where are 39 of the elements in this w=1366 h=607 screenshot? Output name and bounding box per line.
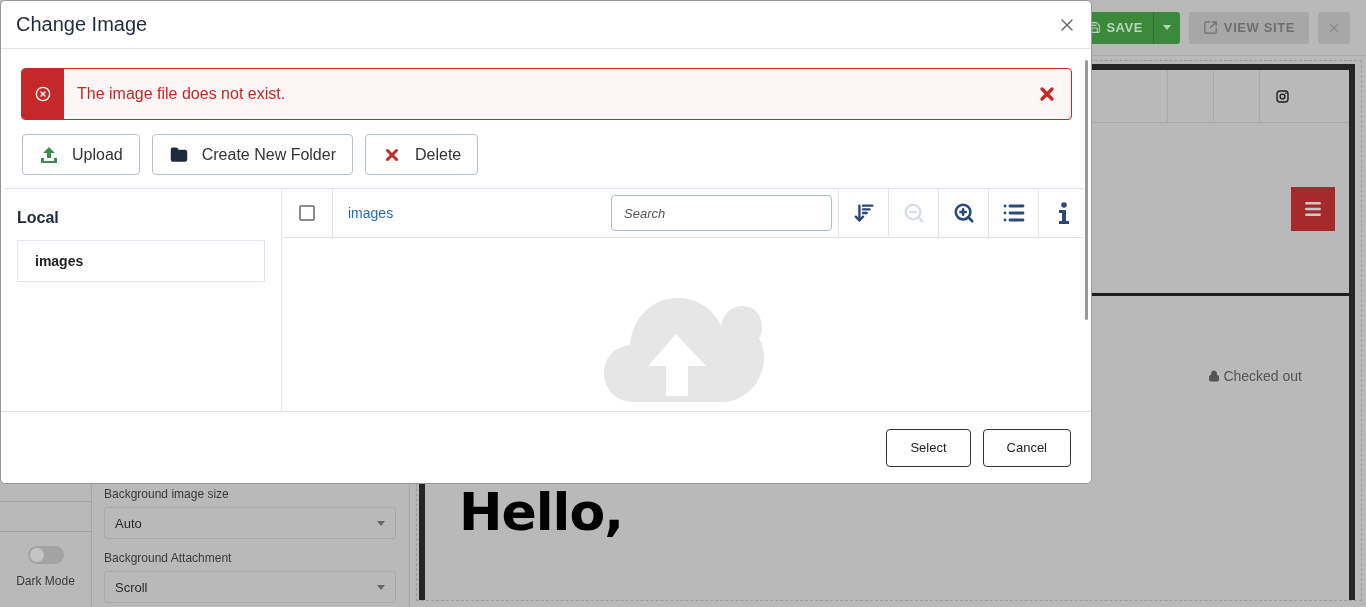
upload-button[interactable]: Upload bbox=[22, 134, 140, 175]
lock-icon bbox=[1208, 370, 1221, 382]
checked-out-status: Checked out bbox=[1208, 368, 1302, 384]
breadcrumb-link[interactable]: images bbox=[333, 205, 394, 221]
caret-icon bbox=[1162, 25, 1171, 30]
dialog-button[interactable]: Cancel bbox=[982, 428, 1071, 467]
menu-icon bbox=[1303, 199, 1323, 219]
dialog-title: Change Image bbox=[16, 13, 148, 36]
folder-button[interactable]: Create New Folder bbox=[151, 134, 353, 175]
folder-icon bbox=[169, 145, 188, 164]
info-icon bbox=[1058, 202, 1069, 224]
zoom-out-icon bbox=[902, 202, 925, 224]
toggle-label: Dark Mode bbox=[16, 574, 75, 588]
field-label: Background Attachment bbox=[104, 551, 233, 565]
page-heading: Hello, bbox=[459, 482, 624, 542]
scrollbar[interactable] bbox=[1085, 60, 1088, 320]
dark-mode-toggle[interactable] bbox=[27, 546, 64, 564]
select-field[interactable]: Scroll bbox=[104, 571, 396, 603]
external-link-icon bbox=[1202, 20, 1218, 35]
caret-icon bbox=[377, 584, 385, 590]
upload-icon bbox=[40, 145, 58, 164]
alert-message: The image file does not exist. bbox=[76, 85, 287, 103]
select-all-checkbox[interactable] bbox=[299, 205, 315, 221]
save-options-button[interactable] bbox=[1152, 11, 1180, 44]
dialog-button[interactable]: Select bbox=[886, 428, 971, 467]
field-label: Background image size bbox=[104, 487, 230, 501]
instagram-icon[interactable] bbox=[1276, 89, 1289, 103]
menu-button[interactable] bbox=[1291, 187, 1335, 231]
tree-title: Local bbox=[17, 209, 60, 227]
sort-icon bbox=[852, 202, 875, 224]
zoom-in-icon bbox=[952, 202, 975, 224]
close-button[interactable] bbox=[1037, 84, 1057, 104]
error-icon bbox=[35, 86, 51, 102]
caret-icon bbox=[377, 520, 385, 526]
folder-item[interactable]: images bbox=[17, 240, 265, 282]
search-field[interactable]: Search bbox=[611, 195, 832, 231]
select-field[interactable]: Auto bbox=[104, 507, 396, 539]
close-icon bbox=[1037, 84, 1057, 104]
delete-button[interactable]: Delete bbox=[365, 134, 479, 175]
